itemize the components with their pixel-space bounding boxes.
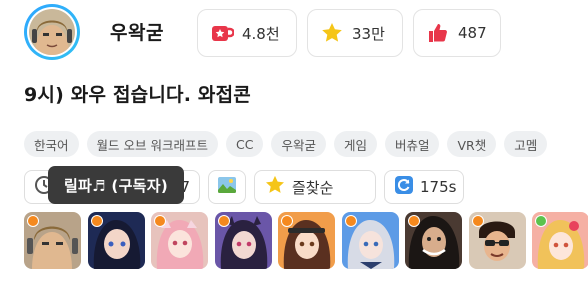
- status-dot: [154, 215, 166, 227]
- status-dot: [408, 215, 420, 227]
- tag-game[interactable]: 게임: [333, 131, 377, 157]
- member-avatar[interactable]: [87, 212, 145, 269]
- member-avatar[interactable]: [341, 212, 399, 269]
- member-avatar[interactable]: [532, 212, 588, 269]
- tag-wow[interactable]: 월드 오브 워크래프트: [86, 131, 218, 157]
- member-avatar-list: [24, 212, 588, 269]
- member-avatar[interactable]: [405, 212, 462, 269]
- tag-list: 한국어 월드 오브 워크래프트 CC 우왁굳 게임 버츄얼 VR챗 고멤: [24, 131, 548, 157]
- tag-vrchat[interactable]: VR챗: [447, 131, 497, 157]
- thumbs-up-icon: [426, 21, 450, 45]
- status-dot: [90, 215, 103, 227]
- sort-favorites-button[interactable]: 즐찾순: [254, 170, 376, 204]
- like-count-badge[interactable]: 487: [413, 9, 501, 57]
- sort-label: 즐찾순: [292, 178, 334, 197]
- status-dot: [281, 215, 293, 227]
- status-dot: [27, 215, 39, 227]
- fan-count-value: 4.8천: [242, 24, 280, 43]
- tag-virtual[interactable]: 버츄얼: [384, 131, 440, 157]
- channel-name[interactable]: 우왁굳: [110, 18, 164, 45]
- member-avatar[interactable]: [214, 212, 272, 269]
- refresh-button[interactable]: 175s: [384, 170, 464, 204]
- star-icon: [264, 174, 286, 200]
- status-dot: [217, 215, 230, 227]
- favorite-count-value: 33만: [352, 24, 385, 43]
- status-dot: [344, 215, 357, 227]
- tag-woowakgood[interactable]: 우왁굳: [271, 131, 326, 157]
- image-toggle-button[interactable]: [208, 170, 246, 204]
- picture-icon: [217, 175, 237, 199]
- refresh-icon: [394, 175, 414, 199]
- avatar-image: [29, 9, 75, 55]
- member-avatar[interactable]: [278, 212, 335, 269]
- channel-avatar[interactable]: [24, 4, 80, 60]
- member-avatar[interactable]: [468, 212, 526, 269]
- star-icon: [320, 21, 344, 45]
- status-dot: [471, 215, 484, 227]
- mug-icon: [210, 21, 234, 45]
- tag-korean[interactable]: 한국어: [24, 131, 79, 157]
- refresh-countdown: 175s: [420, 178, 457, 196]
- member-avatar[interactable]: [24, 212, 81, 269]
- tag-gomem[interactable]: 고멤: [504, 131, 548, 157]
- member-tooltip: 릴파♬ (구독자): [48, 166, 184, 204]
- stream-title: 9시) 와우 접습니다. 와접콘: [24, 84, 251, 106]
- channel-header: 우왁굳 4.8천 33만 487: [24, 4, 584, 60]
- member-avatar[interactable]: [151, 212, 208, 269]
- fan-count-badge[interactable]: 4.8천: [197, 9, 297, 57]
- like-count-value: 487: [458, 24, 487, 42]
- favorite-count-badge[interactable]: 33만: [307, 9, 403, 57]
- tag-cc[interactable]: CC: [225, 131, 264, 157]
- status-dot: [535, 215, 547, 227]
